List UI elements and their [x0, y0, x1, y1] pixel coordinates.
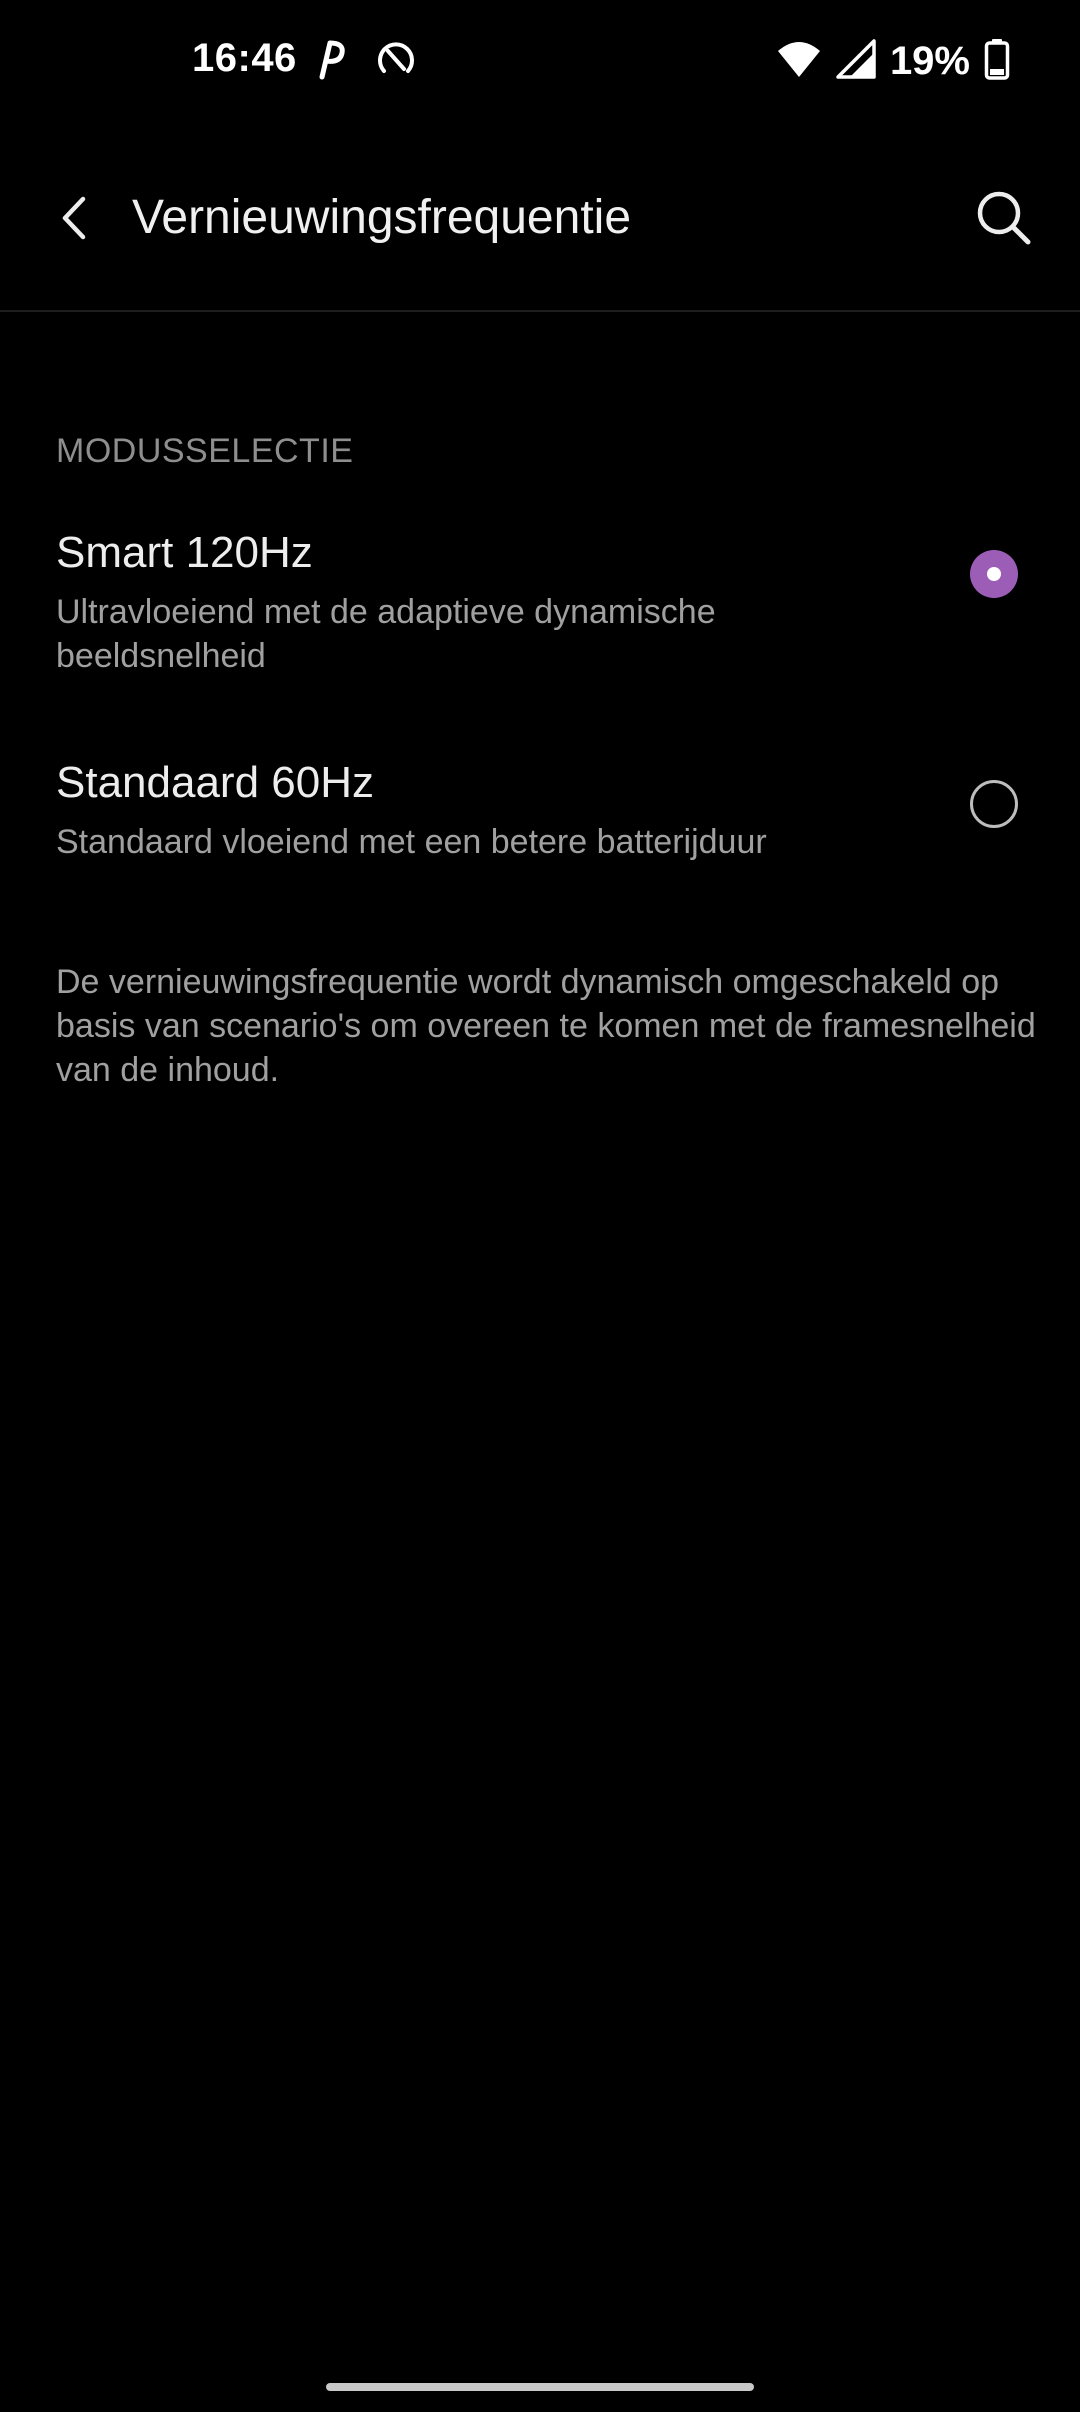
- radio-selected[interactable]: [970, 550, 1018, 598]
- option-smart-120hz[interactable]: Smart 120Hz Ultravloeiend met de adaptie…: [0, 520, 1080, 700]
- battery-icon: [984, 38, 1010, 85]
- back-button[interactable]: [40, 185, 110, 255]
- wifi-icon: [776, 39, 822, 84]
- page-title: Vernieuwingsfrequentie: [132, 191, 632, 244]
- home-indicator[interactable]: [326, 2383, 754, 2391]
- option-summary: Standaard vloeiend met een betere batter…: [56, 823, 767, 861]
- app-bar: Vernieuwingsfrequentie: [0, 150, 1080, 310]
- p-app-icon: [312, 37, 352, 86]
- chevron-left-icon: [55, 193, 95, 248]
- search-icon: [974, 188, 1034, 253]
- option-standard-60hz[interactable]: Standaard 60Hz Standaard vloeiend met ee…: [0, 750, 1080, 880]
- sync-circle-icon: [374, 37, 418, 86]
- status-bar: 16:46 19%: [0, 0, 1080, 120]
- status-icons-left: [312, 36, 418, 86]
- radio-unselected[interactable]: [970, 780, 1018, 828]
- status-icons-right: 19%: [776, 36, 1010, 86]
- header-divider: [0, 310, 1080, 312]
- option-summary: Ultravloeiend met de adaptieve dynamisch…: [56, 593, 716, 675]
- option-title: Standaard 60Hz: [56, 758, 374, 807]
- battery-percent: 19%: [889, 38, 970, 83]
- search-button[interactable]: [968, 184, 1040, 256]
- status-time: 16:46: [192, 36, 297, 80]
- footer-description: De vernieuwingsfrequentie wordt dynamisc…: [56, 963, 1036, 1089]
- signal-icon: [836, 38, 876, 84]
- section-header: MODUSSELECTIE: [56, 432, 354, 470]
- option-title: Smart 120Hz: [56, 528, 313, 577]
